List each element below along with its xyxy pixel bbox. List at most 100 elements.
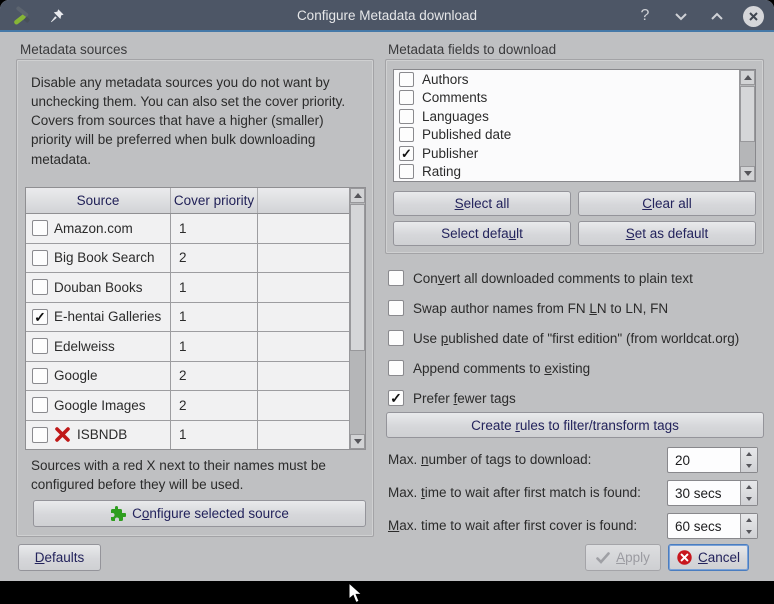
source-name: Google <box>54 368 98 383</box>
source-checkbox[interactable] <box>32 427 48 443</box>
source-checkbox[interactable] <box>32 220 48 236</box>
pin-icon[interactable] <box>46 5 68 27</box>
set-as-default-button[interactable]: Set as default <box>578 221 756 246</box>
source-checkbox[interactable] <box>32 279 48 295</box>
field-checkbox[interactable] <box>399 109 414 124</box>
option-row[interactable]: Swap author names from FN LN to LN, FN <box>388 298 668 318</box>
close-icon[interactable] <box>742 5 764 27</box>
spin-down-icon[interactable] <box>741 526 757 538</box>
source-name-cell[interactable]: Google <box>26 362 171 391</box>
sources-table-scrollbar[interactable] <box>349 188 365 449</box>
minimize-icon[interactable] <box>670 5 692 27</box>
source-name-cell[interactable]: Douban Books <box>26 273 171 302</box>
source-row[interactable]: Douban Books1 <box>26 273 349 303</box>
source-name-cell[interactable]: Google Images <box>26 391 171 420</box>
source-checkbox[interactable] <box>32 397 48 413</box>
scroll-down-icon[interactable] <box>350 434 365 449</box>
field-item[interactable]: Rating <box>394 163 755 182</box>
cover-priority-cell[interactable]: 1 <box>171 273 258 302</box>
source-checkbox[interactable] <box>32 250 48 266</box>
spinbox-value[interactable]: 60 secs <box>668 514 740 538</box>
option-row[interactable]: Use published date of "first edition" (f… <box>388 328 739 348</box>
clear-all-button[interactable]: Clear all <box>578 191 756 216</box>
help-icon[interactable]: ? <box>634 5 656 27</box>
field-checkbox[interactable]: ✓ <box>399 146 414 161</box>
option-row[interactable]: ✓Prefer fewer tags <box>388 388 516 408</box>
scroll-down-icon[interactable] <box>740 166 755 181</box>
defaults-button[interactable]: Defaults <box>18 544 101 571</box>
spinbox-buttons[interactable] <box>740 448 757 472</box>
apply-button[interactable]: Apply <box>585 544 661 571</box>
option-checkbox[interactable] <box>388 270 404 286</box>
titlebar[interactable]: Configure Metadata download ? <box>0 0 774 32</box>
cover-priority-cell[interactable]: 2 <box>171 244 258 273</box>
sources-table-header[interactable]: Source Cover priority <box>26 188 349 214</box>
field-item[interactable]: Authors <box>394 70 755 89</box>
cancel-x-icon <box>677 550 692 565</box>
scrollbar-thumb[interactable] <box>740 86 755 142</box>
spinbox-buttons[interactable] <box>740 514 757 538</box>
spin-up-icon[interactable] <box>741 514 757 526</box>
field-item[interactable]: Published date <box>394 126 755 145</box>
field-item[interactable]: ✓Publisher <box>394 144 755 163</box>
configure-selected-source-label: Configure selected source <box>132 506 289 521</box>
source-name-cell[interactable]: ✓E-hentai Galleries <box>26 303 171 332</box>
configure-selected-source-button[interactable]: Configure selected source <box>33 500 366 527</box>
option-checkbox[interactable]: ✓ <box>388 390 404 406</box>
maximize-icon[interactable] <box>706 5 728 27</box>
column-header-source[interactable]: Source <box>26 188 171 213</box>
cover-priority-cell[interactable]: 2 <box>171 362 258 391</box>
scroll-up-icon[interactable] <box>350 188 365 203</box>
column-header-cover-priority[interactable]: Cover priority <box>171 188 258 213</box>
spin-up-icon[interactable] <box>741 448 757 460</box>
select-all-button[interactable]: Select all <box>393 191 571 216</box>
spin-up-icon[interactable] <box>741 481 757 493</box>
cover-priority-cell[interactable]: 1 <box>171 421 258 450</box>
option-checkbox[interactable] <box>388 360 404 376</box>
option-row[interactable]: Convert all downloaded comments to plain… <box>388 268 693 288</box>
spin-down-icon[interactable] <box>741 460 757 472</box>
select-default-button[interactable]: Select default <box>393 221 571 246</box>
spin-down-icon[interactable] <box>741 493 757 505</box>
source-name-cell[interactable]: Big Book Search <box>26 244 171 273</box>
cover-priority-cell[interactable]: 1 <box>171 303 258 332</box>
source-row[interactable]: Big Book Search2 <box>26 244 349 274</box>
field-item[interactable]: Comments <box>394 89 755 108</box>
create-rules-button[interactable]: Create rules to filter/transform tags <box>386 412 764 438</box>
source-row[interactable]: Amazon.com1 <box>26 214 349 244</box>
cover-priority-cell[interactable]: 1 <box>171 332 258 361</box>
source-checkbox[interactable]: ✓ <box>32 309 48 325</box>
field-item[interactable]: Languages <box>394 107 755 126</box>
field-checkbox[interactable] <box>399 127 414 142</box>
option-checkbox[interactable] <box>388 300 404 316</box>
field-checkbox[interactable] <box>399 90 414 105</box>
fields-list[interactable]: AuthorsCommentsLanguagesPublished date✓P… <box>393 69 756 182</box>
field-checkbox[interactable] <box>399 72 414 87</box>
spinbox-buttons[interactable] <box>740 481 757 505</box>
sources-table[interactable]: Source Cover priority Amazon.com1Big Boo… <box>25 187 366 450</box>
source-name-cell[interactable]: Amazon.com <box>26 214 171 243</box>
spinbox[interactable]: 30 secs <box>667 480 758 506</box>
spinbox[interactable]: 20 <box>667 447 758 473</box>
cancel-button[interactable]: Cancel <box>668 544 749 571</box>
source-checkbox[interactable] <box>32 338 48 354</box>
source-name-cell[interactable]: ISBNDB <box>26 421 171 450</box>
spinbox-value[interactable]: 30 secs <box>668 481 740 505</box>
cover-priority-cell[interactable]: 1 <box>171 214 258 243</box>
option-checkbox[interactable] <box>388 330 404 346</box>
source-row[interactable]: ✓E-hentai Galleries1 <box>26 303 349 333</box>
spinbox[interactable]: 60 secs <box>667 513 758 539</box>
source-checkbox[interactable] <box>32 368 48 384</box>
field-checkbox[interactable] <box>399 164 414 179</box>
scroll-up-icon[interactable] <box>740 70 755 85</box>
source-row[interactable]: Google Images2 <box>26 391 349 421</box>
spinbox-value[interactable]: 20 <box>668 448 740 472</box>
cover-priority-cell[interactable]: 2 <box>171 391 258 420</box>
source-row[interactable]: Edelweiss1 <box>26 332 349 362</box>
option-row[interactable]: Append comments to existing <box>388 358 590 378</box>
source-row[interactable]: Google 2 <box>26 362 349 392</box>
fields-list-scrollbar[interactable] <box>739 70 755 181</box>
scrollbar-thumb[interactable] <box>350 204 365 351</box>
source-name-cell[interactable]: Edelweiss <box>26 332 171 361</box>
source-row[interactable]: ISBNDB1 <box>26 421 349 450</box>
